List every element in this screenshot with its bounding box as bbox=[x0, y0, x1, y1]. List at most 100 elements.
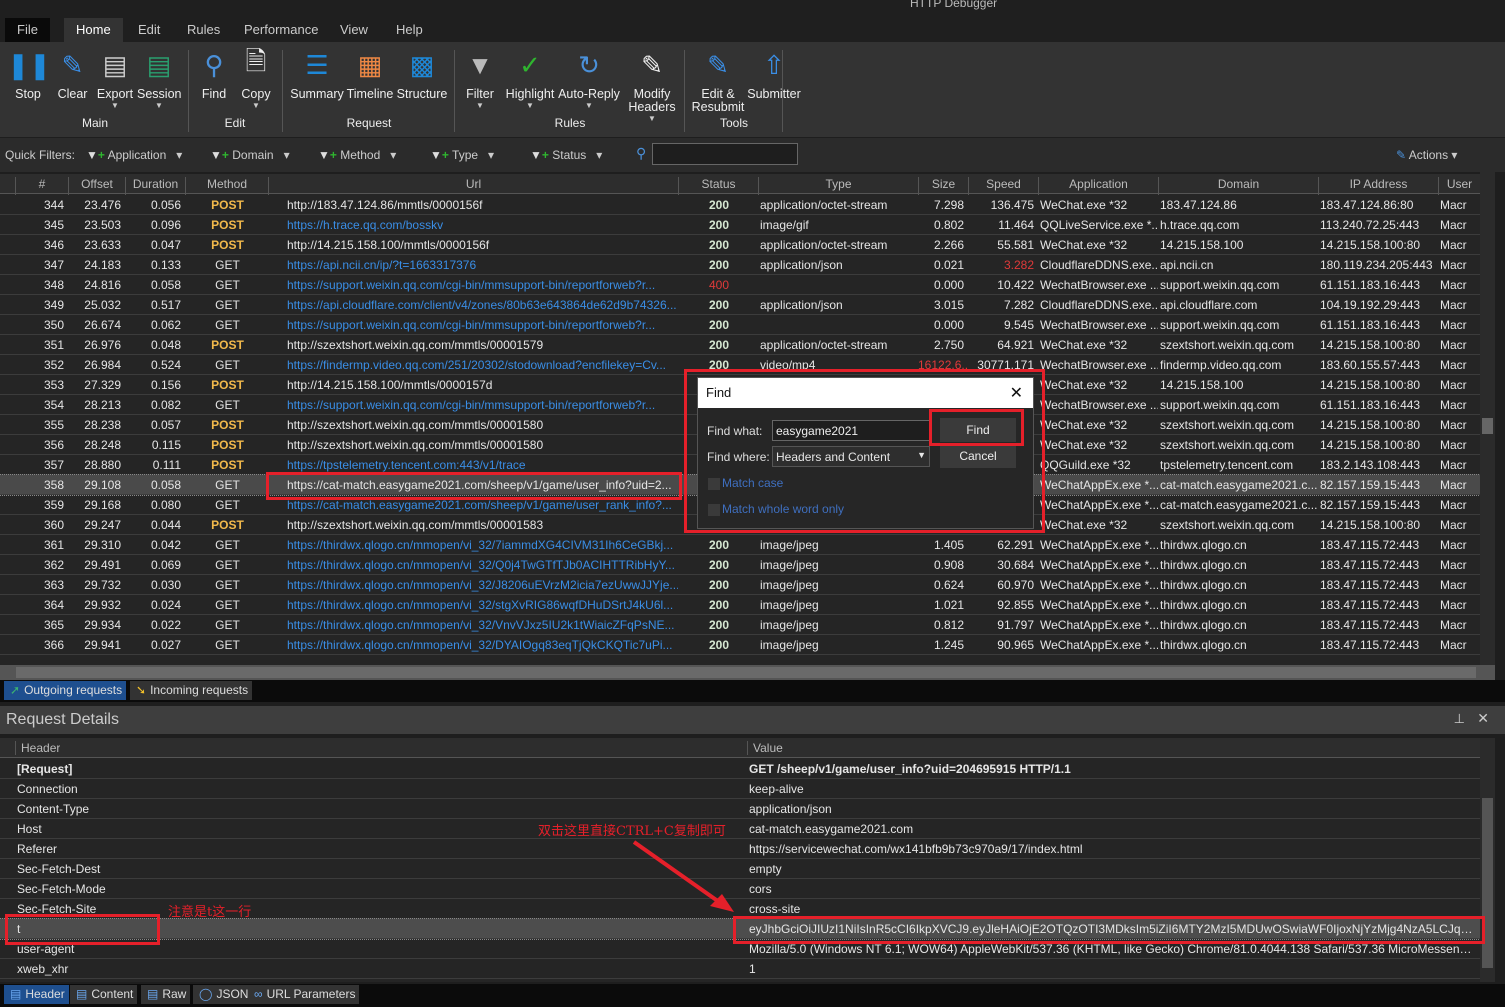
menu-tab-view[interactable]: View bbox=[328, 18, 380, 42]
session-button[interactable]: ▤ Session ▼ bbox=[137, 48, 181, 111]
cell-offset: 29.934 bbox=[84, 618, 121, 632]
filter-type[interactable]: ▼+ Type ▾ bbox=[430, 148, 494, 162]
column-header-application[interactable]: Application bbox=[1038, 177, 1158, 195]
summary-label: Summary bbox=[290, 87, 344, 101]
column-header-url[interactable]: Url bbox=[268, 177, 678, 195]
table-row[interactable]: 364 29.932 0.024 GET https://thirdwx.qlogo.c… bbox=[0, 595, 1480, 615]
raw-icon: ▤ bbox=[147, 987, 159, 1001]
modify-headers-button[interactable]: ✎ Modify Headers ▼ bbox=[624, 48, 680, 124]
column-header-type[interactable]: Type bbox=[758, 177, 918, 195]
filter-application[interactable]: ▼+ Application ▾ bbox=[86, 148, 182, 162]
tab-outgoing-requests[interactable]: ➚ Outgoing requests bbox=[4, 681, 127, 700]
menu-tab-edit[interactable]: Edit bbox=[126, 18, 172, 42]
table-row[interactable]: 366 29.941 0.027 GET https://thirdwx.qlogo.c… bbox=[0, 635, 1480, 655]
modify-headers-label: Modify Headers bbox=[628, 87, 676, 114]
menu-tab-file[interactable]: File bbox=[5, 18, 50, 42]
header-row[interactable]: [Request] GET /sheep/v1/game/user_info?ui… bbox=[0, 759, 1480, 779]
pin-icon[interactable]: ⊥ bbox=[1454, 711, 1465, 727]
content-icon: ▤ bbox=[76, 987, 88, 1001]
menu-tab-rules[interactable]: Rules bbox=[175, 18, 232, 42]
tab-json[interactable]: ◯ JSON bbox=[193, 985, 253, 1004]
menu-tab-home[interactable]: Home bbox=[64, 18, 123, 42]
table-row[interactable]: 365 29.934 0.022 GET https://thirdwx.qlogo.c… bbox=[0, 615, 1480, 635]
cell-application: WeChatAppEx.exe *... bbox=[1040, 478, 1158, 492]
table-row[interactable]: 344 23.476 0.056 POST http://183.47.124.86/m… bbox=[0, 195, 1480, 215]
search-input[interactable] bbox=[652, 143, 798, 165]
cell-url: https://thirdwx.qlogo.cn/mmopen/vi_32/Q0… bbox=[287, 558, 675, 572]
cell-method: GET bbox=[215, 558, 240, 572]
header-value: https://servicewechat.com/wx141bfb9b73c9… bbox=[749, 842, 1083, 856]
menu-tab-performance[interactable]: Performance bbox=[232, 18, 330, 42]
column-header-user[interactable]: User bbox=[1438, 177, 1480, 195]
tab-content[interactable]: ▤ Content bbox=[70, 985, 138, 1004]
column-header-method[interactable]: Method bbox=[185, 177, 268, 195]
column-header-status[interactable]: Status bbox=[678, 177, 758, 195]
vertical-scrollbar[interactable] bbox=[1480, 138, 1495, 665]
tab-raw[interactable]: ▤ Raw bbox=[141, 985, 191, 1004]
cell-application: WechatBrowser.exe ... bbox=[1040, 398, 1158, 412]
find-button[interactable]: ⚲ Find bbox=[196, 48, 232, 101]
structure-button[interactable]: ▩ Structure bbox=[396, 48, 448, 101]
filter-button[interactable]: ▼ Filter ▼ bbox=[462, 48, 498, 111]
header-row[interactable]: xweb_xhr 1 bbox=[0, 959, 1480, 979]
table-row[interactable]: 361 29.310 0.042 GET https://thirdwx.qlogo.c… bbox=[0, 535, 1480, 555]
tab-incoming-requests[interactable]: ➘ Incoming requests bbox=[130, 681, 253, 700]
column-header-value[interactable]: Value bbox=[747, 741, 783, 755]
auto-reply-button[interactable]: ↻ Auto-Reply ▼ bbox=[557, 48, 621, 111]
header-row[interactable]: Sec-Fetch-Mode cors bbox=[0, 879, 1480, 899]
highlight-button[interactable]: ✓ Highlight ▼ bbox=[502, 48, 558, 111]
tab-label: Incoming requests bbox=[150, 683, 249, 697]
actions-button[interactable]: ✎ Actions ▾ bbox=[1396, 148, 1457, 162]
header-row[interactable]: Content-Type application/json bbox=[0, 799, 1480, 819]
cell-offset: 23.476 bbox=[84, 198, 121, 212]
menu-tab-help[interactable]: Help bbox=[384, 18, 435, 42]
table-row[interactable]: 346 23.633 0.047 POST http://14.215.158.100/… bbox=[0, 235, 1480, 255]
column-header-header[interactable]: Header bbox=[15, 741, 60, 755]
clear-button[interactable]: ✎ Clear bbox=[55, 48, 90, 101]
table-row[interactable]: 362 29.491 0.069 GET https://thirdwx.qlogo.c… bbox=[0, 555, 1480, 575]
filter-domain[interactable]: ▼+ Domain ▾ bbox=[210, 148, 290, 162]
column-header-size[interactable]: Size bbox=[918, 177, 968, 195]
tab-url-parameters[interactable]: ∞ URL Parameters bbox=[248, 985, 360, 1004]
filter-method[interactable]: ▼+ Method ▾ bbox=[318, 148, 396, 162]
submitter-button[interactable]: ⇧ Submitter bbox=[745, 48, 803, 101]
cell-method: GET bbox=[215, 498, 240, 512]
cell-duration: 0.080 bbox=[150, 498, 181, 512]
close-icon[interactable]: ✕ bbox=[1477, 710, 1489, 727]
edit-resubmit-button[interactable]: ✎ Edit & Resubmit bbox=[690, 48, 746, 114]
cell-url: http://14.215.158.100/mmtls/0000156f bbox=[287, 238, 490, 252]
export-button[interactable]: ▤ Export ▼ bbox=[95, 48, 135, 111]
cell-application: WeChatAppEx.exe *... bbox=[1040, 498, 1158, 512]
table-row[interactable]: 349 25.032 0.517 GET https://api.cloudflare.… bbox=[0, 295, 1480, 315]
find-label: Find bbox=[201, 87, 227, 101]
column-header-speed[interactable]: Speed bbox=[968, 177, 1038, 195]
filter-icon: ▼ bbox=[86, 148, 98, 162]
header-row[interactable]: Connection keep-alive bbox=[0, 779, 1480, 799]
timeline-button[interactable]: ▦ Timeline bbox=[346, 48, 394, 101]
cell-duration: 0.069 bbox=[150, 558, 181, 572]
table-row[interactable]: 347 24.183 0.133 GET https://api.ncii.cn/ip/… bbox=[0, 255, 1480, 275]
header-row[interactable]: Sec-Fetch-Dest empty bbox=[0, 859, 1480, 879]
filter-status[interactable]: ▼+ Status ▾ bbox=[530, 148, 602, 162]
table-row[interactable]: 348 24.816 0.058 GET https://support.weixin.… bbox=[0, 275, 1480, 295]
header-row[interactable]: Referer https://servicewechat.com/wx141bf… bbox=[0, 839, 1480, 859]
cell-user: Macr bbox=[1440, 478, 1467, 492]
column-header-ip-address[interactable]: IP Address bbox=[1318, 177, 1438, 195]
details-scrollbar[interactable] bbox=[1480, 738, 1495, 982]
column-header-#[interactable]: # bbox=[15, 177, 68, 195]
cell-method: GET bbox=[215, 638, 240, 652]
column-header-duration[interactable]: Duration bbox=[125, 177, 185, 195]
copy-button[interactable]: 🗎 Copy ▼ bbox=[237, 46, 275, 110]
tab-header[interactable]: ▤ Header bbox=[4, 985, 69, 1004]
table-row[interactable]: 351 26.976 0.048 POST http://szextshort.weix… bbox=[0, 335, 1480, 355]
horizontal-scrollbar[interactable] bbox=[0, 665, 1495, 680]
table-row[interactable]: 363 29.732 0.030 GET https://thirdwx.qlogo.c… bbox=[0, 575, 1480, 595]
cell-#: 359 bbox=[43, 498, 64, 512]
column-header-offset[interactable]: Offset bbox=[68, 177, 125, 195]
stop-button[interactable]: ❚❚ Stop bbox=[7, 48, 51, 101]
table-row[interactable]: 350 26.674 0.062 GET https://support.weixin.… bbox=[0, 315, 1480, 335]
column-header-domain[interactable]: Domain bbox=[1158, 177, 1318, 195]
header-row[interactable]: Host cat-match.easygame2021.com bbox=[0, 819, 1480, 839]
table-row[interactable]: 345 23.503 0.096 POST https://h.trace.qq.com… bbox=[0, 215, 1480, 235]
summary-button[interactable]: ☰ Summary bbox=[290, 48, 344, 101]
